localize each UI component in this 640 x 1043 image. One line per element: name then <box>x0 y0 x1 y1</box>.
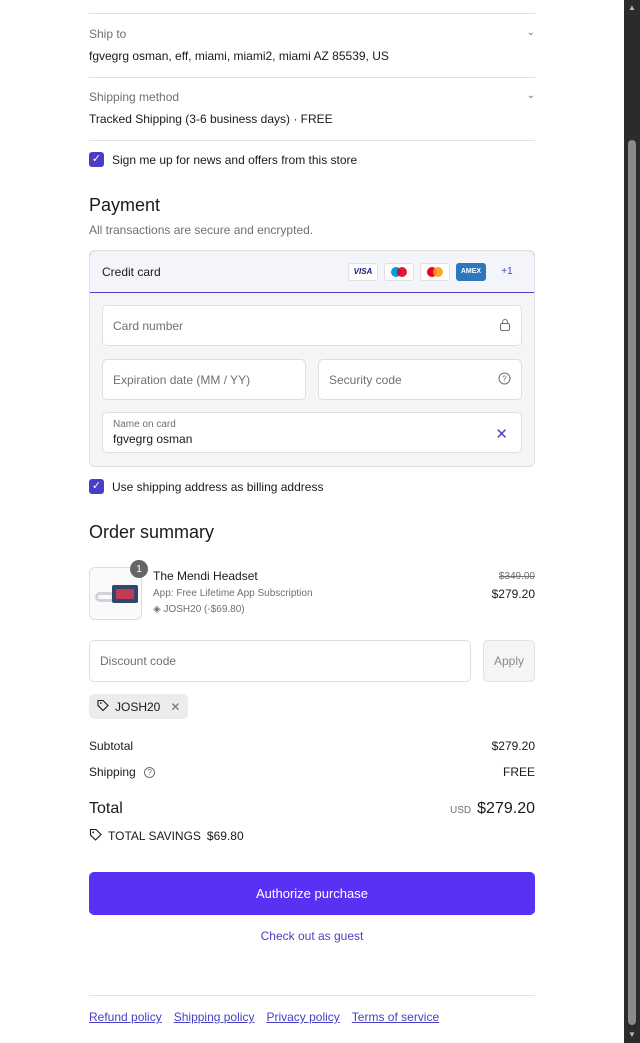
savings-value: $69.80 <box>206 829 244 843</box>
billing-checkbox[interactable]: ✓ <box>89 479 104 494</box>
card-brands: VISA AMEX +1 <box>348 262 522 281</box>
help-icon[interactable]: ? <box>144 767 156 779</box>
shipping-method-row[interactable]: Shipping method Tracked Shipping (3-6 bu… <box>89 90 535 126</box>
terms-of-service-link[interactable]: Terms of service <box>352 1010 439 1024</box>
payment-title: Payment <box>89 195 161 215</box>
billing-label: Use shipping address as billing address <box>112 479 324 494</box>
divider <box>89 13 535 14</box>
ship-to-value: fgvegrg osman, eff, miami, miami2, miami… <box>89 49 389 63</box>
expiry-input[interactable]: Expiration date (MM / YY) <box>102 359 306 400</box>
tag-icon: ◈ <box>153 604 161 615</box>
discount-code-placeholder: Discount code <box>100 654 177 668</box>
quantity-badge: 1 <box>130 560 148 578</box>
expiry-placeholder: Expiration date (MM / YY) <box>113 372 251 387</box>
subtotal-label: Subtotal <box>89 739 134 753</box>
total-row: Total USD $279.20 <box>89 800 535 818</box>
currency-code: USD <box>450 805 472 816</box>
scrollbar-thumb[interactable] <box>628 140 636 1025</box>
ship-to-label: Ship to <box>89 27 127 41</box>
discount-code-input[interactable]: Discount code <box>89 640 471 682</box>
product-discount-text: JOSH20 (-$69.80) <box>163 604 245 615</box>
newsletter-label: Sign me up for news and offers from this… <box>112 152 358 167</box>
total-value: $279.20 <box>477 800 535 817</box>
svg-text:?: ? <box>502 374 507 383</box>
name-on-card-label: Name on card <box>113 419 176 430</box>
chevron-down-icon[interactable]: ⌄ <box>527 27 535 38</box>
subtotal-row: Subtotal $279.20 <box>89 739 535 753</box>
shipping-method-value: Tracked Shipping (3-6 business days) · F… <box>89 112 333 126</box>
security-code-placeholder: Security code <box>329 372 402 387</box>
payment-subtitle: All transactions are secure and encrypte… <box>89 223 314 237</box>
subtotal-value: $279.20 <box>491 739 535 753</box>
scroll-down-icon[interactable]: ▼ <box>624 1027 640 1043</box>
remove-discount-icon[interactable]: ✕ <box>170 700 180 714</box>
tag-icon <box>97 699 109 714</box>
product-name: The Mendi Headset <box>153 569 258 583</box>
footer-links: Refund policy Shipping policy Privacy po… <box>89 1010 439 1024</box>
amex-icon: AMEX <box>456 262 486 281</box>
maestro-icon <box>384 262 414 281</box>
newsletter-checkbox-row[interactable]: ✓ Sign me up for news and offers from th… <box>89 152 535 167</box>
credit-card-label: Credit card <box>102 264 161 279</box>
mastercard-icon <box>420 262 450 281</box>
shipping-label: Shipping <box>89 765 136 779</box>
original-price: $349.00 <box>498 571 535 582</box>
card-number-placeholder: Card number <box>113 318 184 333</box>
tag-icon <box>89 828 102 844</box>
apply-button[interactable]: Apply <box>483 640 535 682</box>
item-price: $279.20 <box>491 587 535 601</box>
credit-card-option[interactable]: Credit card VISA AMEX +1 <box>90 251 534 293</box>
shipping-row: Shipping ? FREE <box>89 765 535 779</box>
order-summary-title: Order summary <box>89 522 215 542</box>
product-meta: App: Free Lifetime App Subscription <box>153 588 313 599</box>
savings-label: TOTAL SAVINGS <box>108 829 201 843</box>
billing-checkbox-row[interactable]: ✓ Use shipping address as billing addres… <box>89 479 535 494</box>
more-brands-badge: +1 <box>501 266 513 277</box>
shipping-method-label: Shipping method <box>89 90 180 104</box>
chevron-down-icon[interactable]: ⌄ <box>527 90 535 101</box>
total-label: Total <box>89 800 123 817</box>
privacy-policy-link[interactable]: Privacy policy <box>266 1010 339 1024</box>
visa-icon: VISA <box>348 262 378 281</box>
security-code-input[interactable]: Security code ? <box>318 359 522 400</box>
authorize-purchase-button[interactable]: Authorize purchase <box>89 872 535 915</box>
name-on-card-input[interactable]: Name on card fgvegrg osman ✕ <box>102 412 522 453</box>
name-on-card-value: fgvegrg osman <box>113 432 193 446</box>
card-number-input[interactable]: Card number <box>102 305 522 346</box>
help-icon[interactable]: ? <box>498 372 511 388</box>
product-discount: ◈ JOSH20 (-$69.80) <box>153 604 245 615</box>
applied-code: JOSH20 <box>115 699 161 714</box>
lock-icon <box>499 318 511 334</box>
applied-discount-chip: JOSH20 ✕ <box>89 694 189 719</box>
scroll-up-icon[interactable]: ▲ <box>624 0 640 16</box>
clear-icon[interactable]: ✕ <box>495 425 508 443</box>
payment-box: Credit card VISA AMEX +1 Card number Exp… <box>89 250 535 467</box>
shipping-value: FREE <box>502 765 535 779</box>
refund-policy-link[interactable]: Refund policy <box>89 1010 162 1024</box>
guest-checkout-link[interactable]: Check out as guest <box>89 929 535 943</box>
ship-to-row[interactable]: Ship to fgvegrg osman, eff, miami, miami… <box>89 27 535 63</box>
divider <box>89 140 535 141</box>
line-item: 1 The Mendi Headset App: Free Lifetime A… <box>89 560 535 621</box>
total-savings: TOTAL SAVINGS $69.80 <box>89 828 244 844</box>
divider <box>89 995 535 996</box>
divider <box>89 77 535 78</box>
newsletter-checkbox[interactable]: ✓ <box>89 152 104 167</box>
shipping-policy-link[interactable]: Shipping policy <box>174 1010 255 1024</box>
scrollbar[interactable]: ▲ ▼ <box>624 0 640 1043</box>
